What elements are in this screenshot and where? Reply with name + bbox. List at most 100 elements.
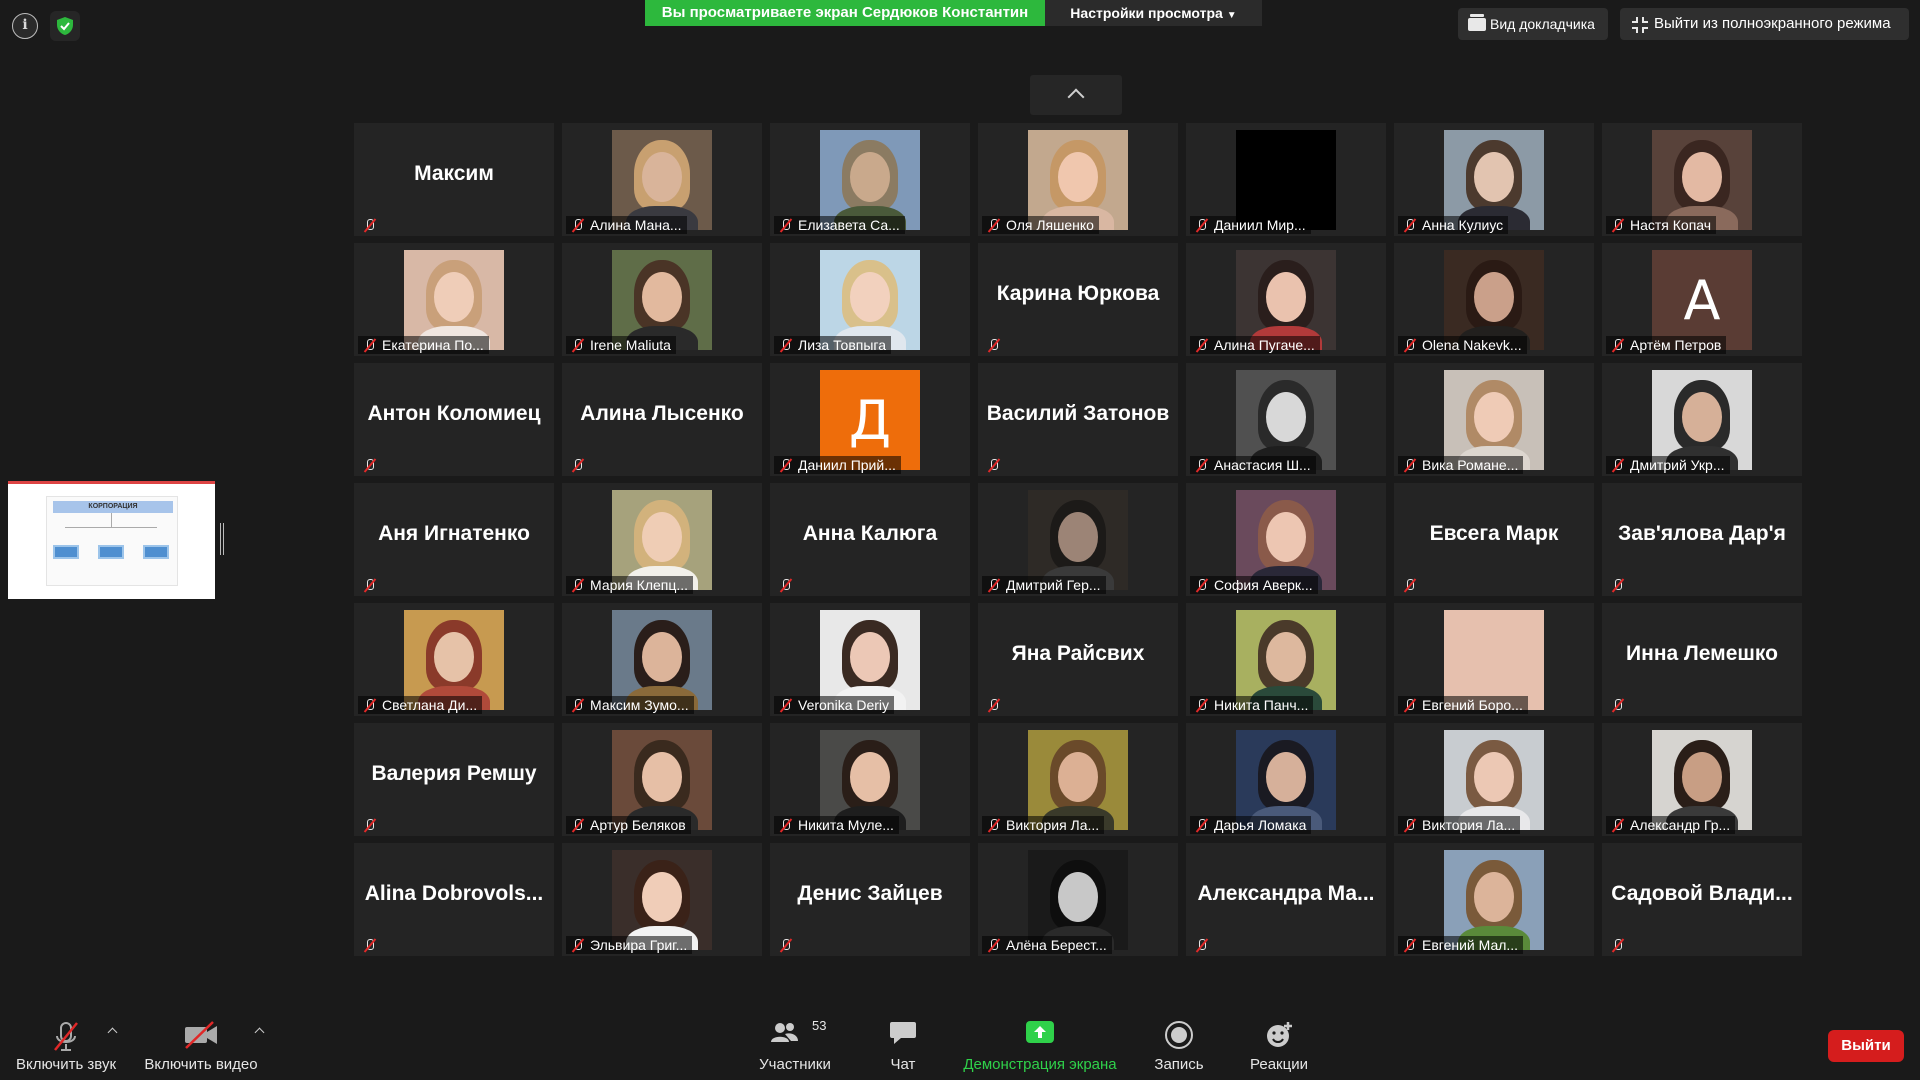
participant-tile[interactable]: Анна Кулиус [1394, 123, 1594, 236]
speaker-view-button[interactable]: Вид докладчика [1458, 8, 1608, 40]
chat-button[interactable]: Чат [880, 1010, 926, 1080]
participant-tile[interactable]: Валерия Ремшу [354, 723, 554, 836]
participant-tile[interactable]: Денис Зайцев [770, 843, 970, 956]
participant-tile[interactable]: Irene Maliuta [562, 243, 762, 356]
participant-display-name: Карина Юркова [996, 281, 1160, 305]
avatar-initial: А [1652, 250, 1752, 350]
chevron-up-icon [1067, 88, 1085, 106]
video-feed [612, 730, 712, 830]
participant-tile[interactable]: Садовой Влади... [1602, 843, 1802, 956]
participant-name: Никита Муле... [798, 817, 894, 833]
video-face [1474, 752, 1514, 802]
participant-name: Даниил Мир... [1214, 217, 1306, 233]
participant-tile[interactable]: Антон Коломиец [354, 363, 554, 476]
participant-tile[interactable]: Настя Копач [1602, 123, 1802, 236]
participant-tile[interactable]: Александра Ма... [1186, 843, 1386, 956]
participant-tile[interactable]: Алина Мана... [562, 123, 762, 236]
participant-tile[interactable]: Артур Беляков [562, 723, 762, 836]
participant-tile[interactable]: Евсега Марк [1394, 483, 1594, 596]
participant-name: Артём Петров [1630, 337, 1722, 353]
meeting-toolbar: Включить звук Включить видео 53 Участник… [0, 1010, 1920, 1080]
info-icon[interactable] [12, 13, 38, 39]
participant-tile[interactable]: Olena Nakevk... [1394, 243, 1594, 356]
participant-tile[interactable]: Инна Лемешко [1602, 603, 1802, 716]
participant-tile[interactable]: София Аверк... [1186, 483, 1386, 596]
participant-tile[interactable]: Д Даниил Прий... [770, 363, 970, 476]
participant-tile[interactable]: Никита Муле... [770, 723, 970, 836]
participant-tile[interactable]: Никита Панч... [1186, 603, 1386, 716]
participant-tile[interactable]: Александр Гр... [1602, 723, 1802, 836]
participant-tile[interactable]: Евгений Боро... [1394, 603, 1594, 716]
participant-name-label [1606, 576, 1630, 594]
participant-tile[interactable]: Мария Клепц... [562, 483, 762, 596]
participant-tile[interactable]: Максим Зумо... [562, 603, 762, 716]
mic-muted-icon [1612, 818, 1624, 832]
participants-button[interactable]: 53 Участники [750, 1010, 840, 1080]
shared-screen-thumbnail[interactable]: КОРПОРАЦИЯ [8, 481, 215, 599]
mic-muted-icon [364, 578, 376, 592]
video-feed [1652, 130, 1752, 230]
participant-tile[interactable]: Эльвира Григ... [562, 843, 762, 956]
participant-tile[interactable]: Оля Ляшенко [978, 123, 1178, 236]
participant-tile[interactable]: Дмитрий Гер... [978, 483, 1178, 596]
participant-tile[interactable]: Алина Пугаче... [1186, 243, 1386, 356]
participant-tile[interactable]: Светлана Ди... [354, 603, 554, 716]
reactions-button[interactable]: Реакции [1244, 1010, 1314, 1080]
participant-tile[interactable]: А Артём Петров [1602, 243, 1802, 356]
record-button[interactable]: Запись [1152, 1010, 1206, 1080]
mic-muted-icon [572, 458, 584, 472]
audio-options-chevron-icon[interactable] [107, 1026, 117, 1036]
mic-muted-icon [364, 938, 376, 952]
video-face [1474, 152, 1514, 202]
collapse-gallery-button[interactable] [1030, 75, 1122, 115]
participant-tile[interactable]: Alina Dobrovols... [354, 843, 554, 956]
participant-tile[interactable]: Зав'ялова Дар'я [1602, 483, 1802, 596]
participant-tile[interactable]: Василий Затонов [978, 363, 1178, 476]
participant-tile[interactable]: Лиза Товпыга [770, 243, 970, 356]
participant-tile[interactable]: Екатерина По... [354, 243, 554, 356]
start-video-button[interactable]: Включить видео [140, 1010, 262, 1080]
participant-tile[interactable]: Вика Романе... [1394, 363, 1594, 476]
participant-tile[interactable]: Виктория Ла... [978, 723, 1178, 836]
video-feed [1236, 130, 1336, 230]
slide-box [53, 545, 79, 559]
participant-name-label [566, 456, 590, 474]
video-face [434, 272, 474, 322]
participant-tile[interactable]: Виктория Ла... [1394, 723, 1594, 836]
participant-tile[interactable]: Анна Калюга [770, 483, 970, 596]
participant-display-name: Анна Калюга [802, 521, 938, 545]
video-face [1474, 632, 1514, 682]
chat-icon [890, 1022, 916, 1044]
security-shield-icon[interactable] [50, 11, 80, 41]
participant-tile[interactable]: Алина Лысенко [562, 363, 762, 476]
video-feed [1236, 370, 1336, 470]
video-options-chevron-icon[interactable] [254, 1026, 264, 1036]
participant-tile[interactable]: Максим [354, 123, 554, 236]
participant-tile[interactable]: Елизавета Са... [770, 123, 970, 236]
participant-name-label: Дмитрий Укр... [1606, 456, 1730, 474]
exit-fullscreen-button[interactable]: Выйти из полноэкранного режима [1620, 8, 1909, 40]
video-face [642, 272, 682, 322]
leave-meeting-button[interactable]: Выйти [1828, 1030, 1904, 1062]
share-screen-button[interactable]: Демонстрация экрана [960, 1010, 1120, 1080]
participant-tile[interactable]: Дарья Ломака [1186, 723, 1386, 836]
participant-name-label: Евгений Мал... [1398, 936, 1524, 954]
participant-tile[interactable]: Карина Юркова [978, 243, 1178, 356]
participant-tile[interactable]: Дмитрий Укр... [1602, 363, 1802, 476]
participant-name: София Аверк... [1214, 577, 1313, 593]
mic-muted-icon [1196, 698, 1208, 712]
video-feed [1652, 370, 1752, 470]
video-face [850, 752, 890, 802]
participant-tile[interactable]: Анастасия Ш... [1186, 363, 1386, 476]
participant-tile[interactable]: Яна Райсвих [978, 603, 1178, 716]
participant-tile[interactable]: Veronika Deriy [770, 603, 970, 716]
view-options-dropdown[interactable]: Настройки просмотра ▼ [1045, 0, 1262, 26]
participant-name: Мария Клепц... [590, 577, 689, 593]
participant-tile[interactable]: Аня Игнатенко [354, 483, 554, 596]
record-icon [1165, 1021, 1193, 1049]
unmute-button[interactable]: Включить звук [8, 1010, 124, 1080]
participant-tile[interactable]: Даниил Мир... [1186, 123, 1386, 236]
participant-tile[interactable]: Алёна Берест... [978, 843, 1178, 956]
participant-tile[interactable]: Евгений Мал... [1394, 843, 1594, 956]
thumbnail-drag-handle[interactable] [220, 523, 224, 555]
